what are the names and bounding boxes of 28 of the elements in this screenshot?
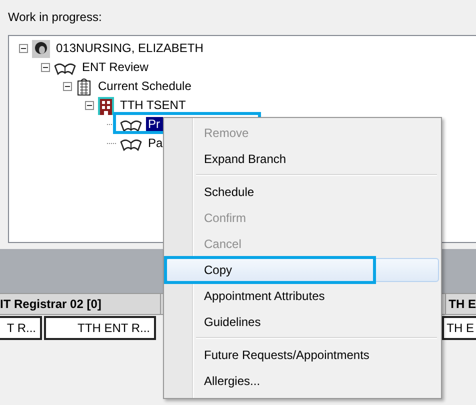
book-icon — [120, 136, 142, 150]
slot-cell[interactable]: T R... — [0, 316, 42, 340]
book-icon — [54, 60, 76, 74]
menu-item[interactable]: Expand Branch — [166, 147, 439, 171]
expander-icon[interactable] — [63, 82, 72, 91]
person-icon — [32, 40, 50, 58]
menu-item[interactable]: Copy — [166, 258, 439, 282]
menu-item[interactable]: Allergies... — [166, 369, 439, 393]
expander-icon[interactable] — [85, 101, 94, 110]
tree-item[interactable]: ENT Review — [80, 60, 150, 75]
expander-icon[interactable] — [19, 44, 28, 53]
book-icon — [120, 118, 142, 132]
tree-item[interactable]: Pa — [146, 136, 165, 151]
building-icon — [98, 96, 114, 114]
expander-icon[interactable] — [41, 63, 50, 72]
slot-cell[interactable]: TTH ENT R... — [44, 316, 156, 340]
schedule-icon — [76, 78, 92, 96]
tree-item[interactable]: 013NURSING, ELIZABETH — [54, 41, 206, 56]
column-header: IT Registrar 02 [0] — [0, 294, 161, 314]
menu-item[interactable]: Future Requests/Appointments — [166, 343, 439, 367]
menu-item[interactable]: Appointment Attributes — [166, 284, 439, 308]
section-label: Work in progress: — [7, 9, 103, 26]
slot-cell[interactable]: TH E — [442, 316, 476, 340]
tree-item[interactable]: TTH TSENT — [118, 98, 188, 113]
tree-item[interactable]: Current Schedule — [96, 79, 194, 94]
menu-item[interactable]: Guidelines — [166, 310, 439, 334]
menu-item[interactable]: Schedule — [166, 180, 439, 204]
column-header: TH E — [444, 294, 476, 314]
